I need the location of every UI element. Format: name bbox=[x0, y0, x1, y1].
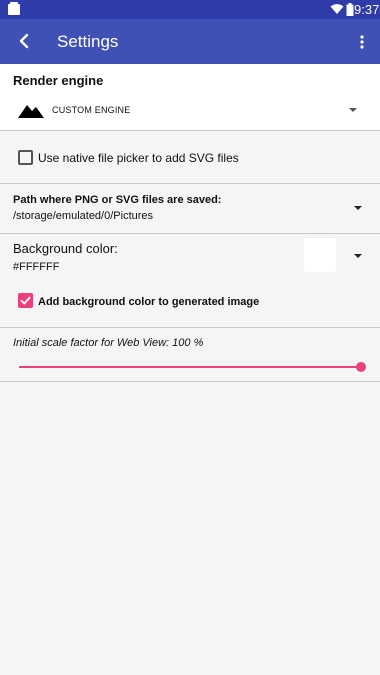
render-engine-heading: Render engine bbox=[13, 73, 104, 88]
status-bar: 9:37 bbox=[0, 0, 380, 19]
checkmark-icon bbox=[20, 296, 31, 305]
render-engine-dropdown[interactable]: CUSTOM ENGINE bbox=[13, 95, 370, 125]
save-path-value: /storage/emulated/0/Pictures bbox=[13, 210, 154, 222]
background-color-dropdown-arrow-icon[interactable] bbox=[354, 254, 362, 258]
native-file-picker-option[interactable]: Use native file picker to add SVG files bbox=[0, 131, 380, 183]
status-time: 9:37 bbox=[354, 2, 380, 17]
dropdown-arrow-icon bbox=[349, 108, 357, 112]
save-path-heading: Path where PNG or SVG files are saved: bbox=[13, 194, 222, 206]
background-color-heading: Background color: bbox=[13, 241, 118, 256]
background-color-setting: Background color: #FFFFFF Add background… bbox=[0, 234, 380, 327]
background-color-swatch[interactable] bbox=[304, 238, 336, 272]
add-background-color-checkbox[interactable] bbox=[18, 293, 33, 308]
background-color-value: #FFFFFF bbox=[13, 261, 60, 273]
save-path-setting[interactable]: Path where PNG or SVG files are saved: /… bbox=[0, 184, 380, 233]
native-file-picker-checkbox[interactable] bbox=[18, 150, 33, 165]
mountain-icon bbox=[18, 105, 44, 118]
wifi-icon bbox=[330, 4, 344, 14]
app-bar: Settings bbox=[0, 19, 380, 64]
render-engine-value: CUSTOM ENGINE bbox=[52, 105, 131, 115]
native-file-picker-label: Use native file picker to add SVG files bbox=[38, 151, 239, 165]
add-background-color-label: Add background color to generated image bbox=[38, 296, 260, 308]
page-title: Settings bbox=[57, 32, 119, 51]
overflow-menu-button[interactable] bbox=[352, 31, 372, 53]
more-vertical-icon bbox=[360, 35, 364, 49]
chevron-left-icon bbox=[19, 33, 29, 49]
sd-card-icon bbox=[8, 2, 20, 15]
battery-icon bbox=[346, 3, 354, 16]
back-button[interactable] bbox=[14, 30, 34, 52]
scale-factor-label: Initial scale factor for Web View: 100 % bbox=[13, 337, 204, 349]
divider bbox=[0, 381, 380, 382]
dropdown-arrow-icon bbox=[354, 206, 362, 210]
scale-factor-setting: Initial scale factor for Web View: 100 % bbox=[0, 328, 380, 381]
scale-factor-slider-track[interactable] bbox=[19, 366, 361, 368]
scale-factor-slider-thumb[interactable] bbox=[356, 362, 366, 372]
render-engine-section: Render engine CUSTOM ENGINE bbox=[0, 64, 380, 130]
